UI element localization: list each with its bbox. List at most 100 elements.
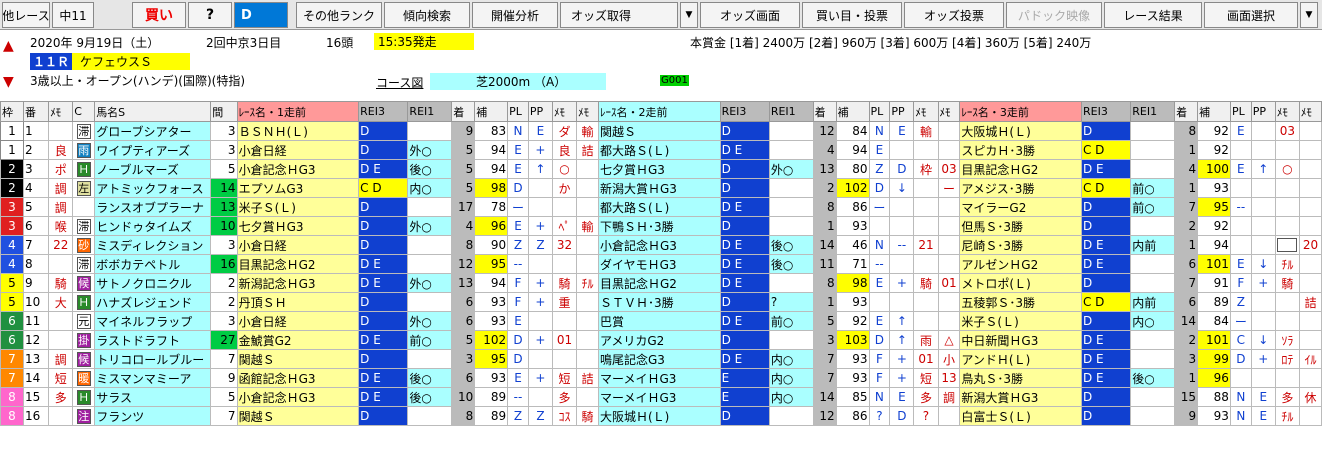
memo-box[interactable] — [1277, 238, 1298, 253]
help-button[interactable]: ? — [188, 2, 232, 28]
column-header[interactable]: 補 — [835, 101, 870, 122]
screen-select-dropdown-icon[interactable]: ▼ — [1300, 2, 1318, 28]
table-row[interactable]: 2 4 調左アトミックフォース 14 エプソムG3 C D 内○ 5 98 D か新潟大賞ＨG3 D 2… — [0, 178, 1322, 198]
paddock-video-button[interactable]: パドック映像 — [1006, 2, 1102, 28]
memo-cell[interactable]: 03 — [1274, 121, 1300, 141]
race-name-cell[interactable]: 巴賞 — [597, 311, 721, 331]
memo-cell[interactable]: 調 — [48, 197, 74, 217]
memo-cell[interactable] — [1274, 292, 1300, 312]
race-name-cell[interactable]: 鳥丸Ｓ･3勝 — [959, 368, 1082, 388]
column-header[interactable]: REI3 — [358, 101, 409, 122]
race-name-cell[interactable]: 五稜郭Ｓ･3勝 — [959, 292, 1082, 312]
memo-cell[interactable] — [1298, 197, 1322, 217]
table-row[interactable]: 5 10 大 Ｈ ハナズレジェンド 2 丹頂ＳＨ D 6 93 F + 重 ＳＴＶＨ･3勝 D? 1 93 五稜郭… — [0, 292, 1322, 312]
horse-name-cell[interactable]: ランスオブプラーナ — [94, 197, 212, 217]
race-name-cell[interactable]: アルゼンＨG2 — [959, 254, 1082, 274]
memo-cell[interactable] — [937, 235, 961, 255]
memo-cell[interactable] — [48, 330, 74, 350]
memo-cell[interactable]: 喉 — [48, 216, 74, 236]
memo-cell[interactable]: 良 — [551, 140, 578, 160]
memo-cell[interactable] — [937, 311, 961, 331]
other-rank-button[interactable]: その他ランク — [296, 2, 382, 28]
memo-cell[interactable] — [48, 311, 74, 331]
column-header[interactable]: REI1 — [1130, 101, 1176, 122]
table-row[interactable]: 8 15 多 Ｈ サラス 5 小倉記念ＨG3 D E 後○ 10 89 -- 多マーメイＨG3 E 内○ 14… — [0, 387, 1322, 407]
column-header[interactable]: REI1 — [768, 101, 814, 122]
memo-cell[interactable]: ? — [913, 406, 939, 426]
column-header[interactable]: 着 — [812, 101, 837, 122]
race-name-cell[interactable]: 関越Ｓ — [236, 349, 360, 369]
column-header[interactable]: 補 — [474, 101, 509, 122]
column-header[interactable]: REI1 — [407, 101, 453, 122]
memo-cell[interactable]: 多 — [551, 387, 578, 407]
memo-cell[interactable]: 調 — [48, 178, 74, 198]
memo-cell[interactable] — [1298, 121, 1322, 141]
memo-cell[interactable] — [1298, 216, 1322, 236]
column-header[interactable]: PL — [1229, 101, 1252, 122]
column-header[interactable]: PP — [527, 101, 553, 122]
race-name-cell[interactable]: 但馬Ｓ･3勝 — [959, 216, 1082, 236]
memo-cell[interactable] — [576, 235, 599, 255]
column-header[interactable]: REI3 — [1080, 101, 1132, 122]
memo-cell[interactable]: 枠 — [913, 159, 939, 179]
memo-cell[interactable] — [1298, 368, 1322, 388]
memo-cell[interactable]: 輸 — [913, 121, 939, 141]
memo-cell[interactable]: 騎 — [551, 273, 578, 293]
race-name-cell[interactable]: 七夕賞ＨG3 — [597, 159, 721, 179]
memo-cell[interactable] — [1274, 216, 1300, 236]
race-result-button[interactable]: レース結果 — [1104, 2, 1202, 28]
table-row[interactable]: 4 8 滞ボボカテペトル 16 目黒記念ＨG2 D E 12 95 -- ダイヤモＨG3 D E 後○… — [0, 254, 1322, 274]
memo-cell[interactable]: 01 — [551, 330, 578, 350]
memo-cell[interactable]: 詰 — [576, 140, 599, 160]
screen-select-button[interactable]: 画面選択 — [1204, 2, 1298, 28]
memo-cell[interactable]: 短 — [913, 368, 939, 388]
memo-cell[interactable]: 22 — [48, 235, 74, 255]
memo-cell[interactable]: 調 — [48, 349, 74, 369]
memo-cell[interactable]: 騎 — [576, 406, 599, 426]
memo-cell[interactable]: 03 — [937, 159, 961, 179]
table-row[interactable]: 5 9 騎候サトノクロニクル 2 新潟記念ＨG3 D E 外○ 13 94 F + 騎ﾁﾙ 目黒記念ＨG… — [0, 273, 1322, 293]
memo-cell[interactable] — [1298, 330, 1322, 350]
horse-name-cell[interactable]: マイネルフラップ — [94, 311, 212, 331]
memo-cell[interactable]: 多 — [48, 387, 74, 407]
race-name-cell[interactable]: マーメイＨG3 — [597, 368, 721, 388]
race-name-cell[interactable]: 新潟大賞ＨG3 — [959, 387, 1082, 407]
memo-cell[interactable] — [913, 254, 939, 274]
column-header[interactable]: ﾚｰｽ名・1走前 — [236, 101, 360, 122]
column-header[interactable]: ﾒﾓ — [551, 101, 578, 122]
race-name-cell[interactable]: 関越Ｓ — [597, 121, 721, 141]
horse-name-cell[interactable]: トリコロールブルー — [94, 349, 212, 369]
horse-name-cell[interactable]: ミスマンマミーア — [94, 368, 212, 388]
memo-cell[interactable] — [913, 197, 939, 217]
race-name-cell[interactable]: 小倉記念ＨG3 — [236, 387, 360, 407]
memo-cell[interactable]: 多 — [1274, 387, 1300, 407]
memo-cell[interactable]: ﾛﾃ — [1274, 349, 1300, 369]
table-row[interactable]: 6 11 元マイネルフラップ 3 小倉日経 D 外○ 6 93 E 巴賞 D E 前○ 5 92 E ↑ 米子Ｓ(… — [0, 311, 1322, 331]
memo-cell[interactable]: 13 — [937, 368, 961, 388]
race-name-cell[interactable]: ＳＴＶＨ･3勝 — [597, 292, 721, 312]
memo-cell[interactable]: 32 — [551, 235, 578, 255]
memo-cell[interactable]: ﾁﾙ — [1274, 254, 1300, 274]
memo-cell[interactable] — [1274, 178, 1300, 198]
memo-cell[interactable]: ○ — [1274, 159, 1300, 179]
column-header[interactable]: ﾒﾓ — [913, 101, 939, 122]
column-header[interactable]: ﾒﾓ — [937, 101, 961, 122]
memo-cell[interactable] — [1274, 368, 1300, 388]
race-name-cell[interactable]: 目黒記念ＨG2 — [236, 254, 360, 274]
memo-cell[interactable]: 短 — [551, 368, 578, 388]
race-name-cell[interactable]: 都大路Ｓ(Ｌ) — [597, 140, 721, 160]
memo-cell[interactable] — [1298, 311, 1322, 331]
memo-cell[interactable] — [1274, 197, 1300, 217]
column-header[interactable]: 間 — [210, 101, 238, 122]
memo-cell[interactable]: 良 — [48, 140, 74, 160]
memo-cell[interactable]: ｿﾗ — [1274, 330, 1300, 350]
table-row[interactable]: 3 6 喉滞ヒンドゥタイムズ 10 七夕賞ＨG3 D 外○ 4 96 E + ﾍﾟ輸下鴨ＳＨ･3勝 D 1… — [0, 216, 1322, 236]
race-name-cell[interactable]: マイラーG2 — [959, 197, 1082, 217]
memo-cell[interactable] — [576, 178, 599, 198]
next-race-arrow-icon[interactable]: ▼ — [3, 74, 14, 90]
memo-cell[interactable] — [48, 121, 74, 141]
memo-cell[interactable]: 輸 — [576, 216, 599, 236]
column-header[interactable]: PL — [507, 101, 529, 122]
memo-cell[interactable] — [576, 159, 599, 179]
race-name-cell[interactable]: 小倉日経 — [236, 311, 360, 331]
